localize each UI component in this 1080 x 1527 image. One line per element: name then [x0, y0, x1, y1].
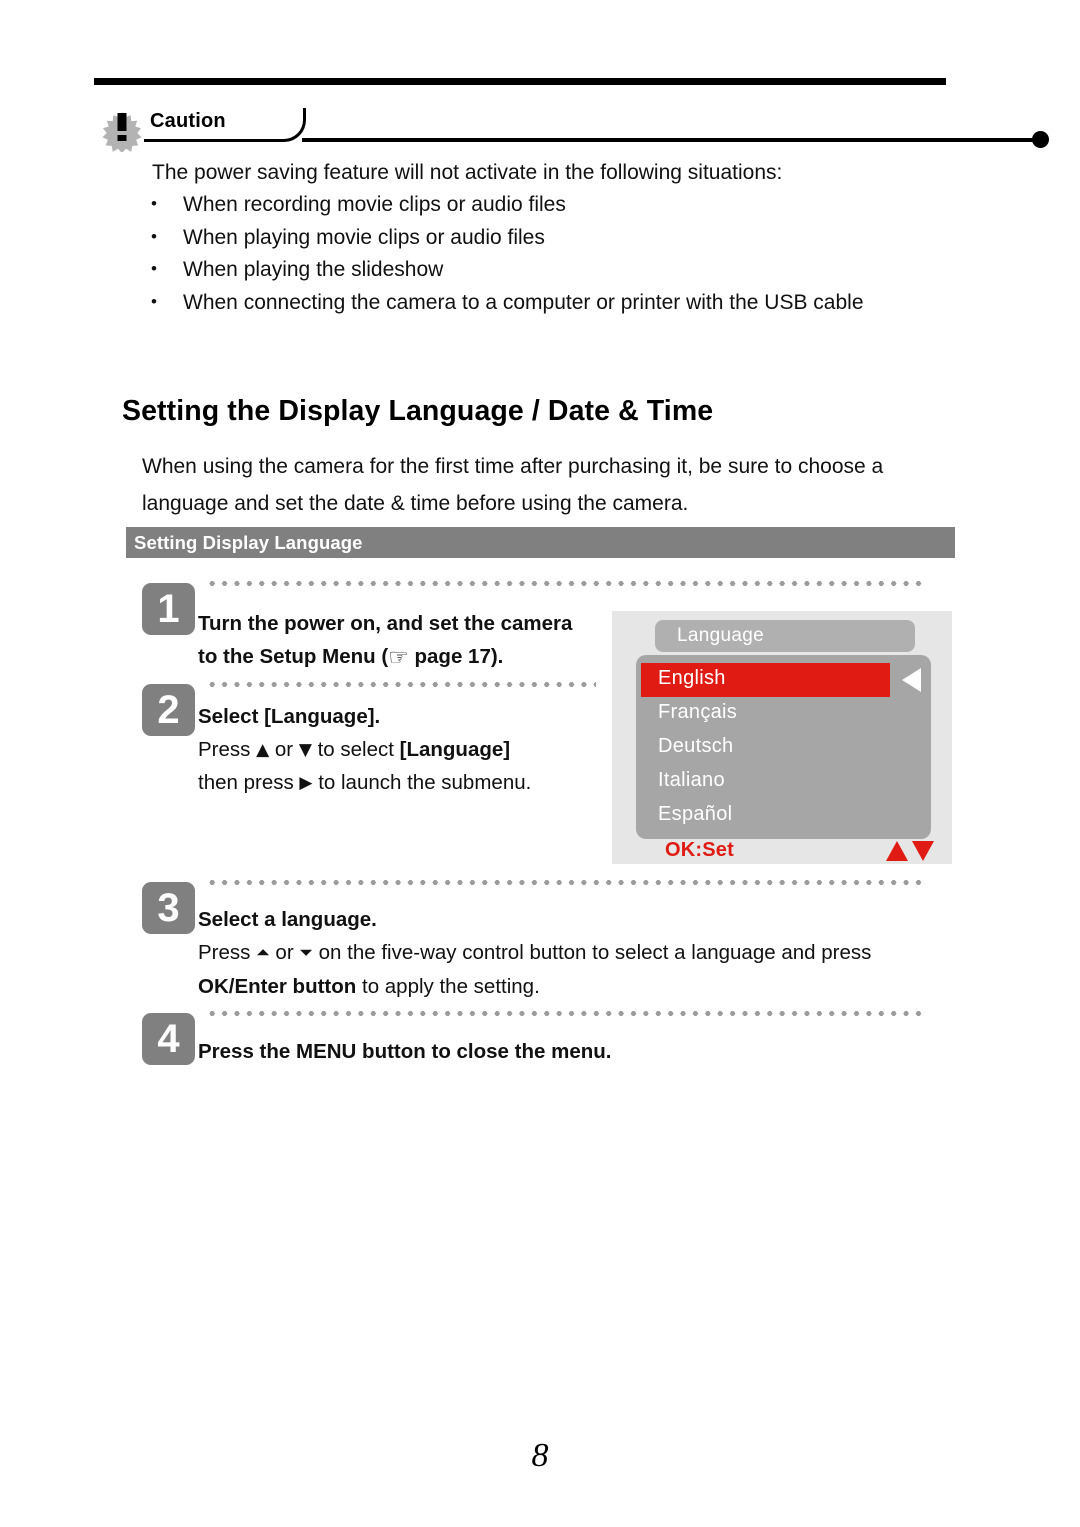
- lcd-item-italiano[interactable]: Italiano: [636, 765, 931, 799]
- step-2-badge: 2: [142, 684, 195, 736]
- camera-lcd-screenshot: Language English Français Deutsch Italia…: [612, 611, 952, 864]
- intro-line-1: When using the camera for the first time…: [142, 455, 884, 478]
- step-3-text: Select a language. Press ⏶ or ⏷ on the f…: [198, 903, 958, 1003]
- step-2-l1-mid: or: [269, 738, 299, 761]
- list-item: When playing the slideshow: [148, 253, 968, 287]
- up-triangle-icon: ▲: [256, 740, 270, 760]
- step-4-badge: 4: [142, 1013, 195, 1065]
- right-triangle-icon: ▶: [299, 773, 313, 793]
- step-2-text: Select [Language]. Press ▲ or ▼ to selec…: [198, 700, 598, 799]
- caution-rule: [302, 138, 1038, 142]
- step-3-pre: Press: [198, 941, 257, 964]
- page-top-rule: [94, 78, 946, 85]
- lcd-item-francais[interactable]: Français: [636, 697, 931, 731]
- section-header-label: Setting Display Language: [134, 532, 363, 553]
- lcd-item-label: English: [658, 667, 726, 689]
- page-title: Setting the Display Language / Date & Ti…: [122, 395, 714, 428]
- step-2-l2-pre: then press: [198, 771, 300, 794]
- lcd-item-deutsch[interactable]: Deutsch: [636, 731, 931, 765]
- step-2-l2-post: to launch the submenu.: [312, 771, 532, 794]
- lcd-item-label: Italiano: [658, 769, 725, 791]
- step-1-line-2: to the Setup Menu (☞ page 17).: [198, 640, 598, 675]
- step-3-post: on the five-way control button to select…: [312, 941, 872, 964]
- manual-page: Caution The power saving feature will no…: [0, 0, 1080, 1527]
- down-triangle-icon: [912, 841, 934, 861]
- lcd-footer: OK:Set: [612, 839, 952, 864]
- step-1-divider: [206, 581, 922, 586]
- step-2-divider: [206, 682, 596, 687]
- step-4-divider: [206, 1011, 922, 1016]
- list-item: When connecting the camera to a computer…: [148, 286, 968, 320]
- page-number: 8: [531, 1437, 549, 1474]
- exclamation-burst-icon: [102, 112, 142, 152]
- down-arrow-box-icon: ⏷: [299, 943, 313, 963]
- list-item: When playing movie clips or audio files: [148, 221, 968, 255]
- caution-bullet-list: When recording movie clips or audio file…: [148, 188, 968, 320]
- step-3-line-1: Press ⏶ or ⏷ on the five-way control but…: [198, 936, 958, 970]
- step-3-title: Select a language.: [198, 908, 377, 931]
- step-3-divider: [206, 880, 922, 885]
- step-1-text: Turn the power on, and set the camera to…: [198, 607, 598, 675]
- down-triangle-icon: ▼: [298, 740, 312, 760]
- lcd-item-label: Español: [658, 803, 733, 825]
- intro-paragraph: When using the camera for the first time…: [142, 448, 942, 522]
- step-2-l1-bold: [Language]: [399, 738, 511, 761]
- step-3-badge: 3: [142, 882, 195, 934]
- step-2-title: Select [Language].: [198, 705, 381, 728]
- step-3-line-2: OK/Enter button to apply the setting.: [198, 970, 958, 1003]
- caution-header: Caution: [94, 100, 1049, 158]
- step-3-bold: OK/Enter button: [198, 975, 357, 998]
- step-4-text: Press the MENU button to close the menu.: [198, 1035, 898, 1068]
- list-item: When recording movie clips or audio file…: [148, 188, 968, 222]
- step-1-badge: 1: [142, 583, 195, 635]
- lcd-item-label: Français: [658, 701, 738, 723]
- section-header-bar: Setting Display Language: [126, 527, 955, 558]
- lcd-item-english[interactable]: English: [636, 663, 931, 697]
- caution-label: Caution: [150, 110, 226, 132]
- step-3-tail: to apply the setting.: [356, 975, 540, 998]
- step-4-title: Press the MENU button to close the menu.: [198, 1040, 612, 1063]
- lcd-item-espanol[interactable]: Español: [636, 799, 931, 833]
- step-2-l1-pre: Press: [198, 738, 257, 761]
- intro-line-2: language and set the date & time before …: [142, 492, 689, 515]
- up-down-triangles-icon: [886, 841, 934, 863]
- step-1-line-2-pre: to the Setup Menu (: [198, 645, 389, 668]
- step-2-l1-post: to select: [311, 738, 400, 761]
- pointing-hand-icon: ☞: [388, 645, 409, 671]
- caution-intro-text: The power saving feature will not activa…: [152, 161, 783, 184]
- up-arrow-box-icon: ⏶: [256, 943, 270, 963]
- up-triangle-icon: [886, 841, 908, 861]
- caution-end-dot: [1032, 131, 1049, 148]
- step-3-mid: or: [269, 941, 300, 964]
- lcd-title-bar: Language: [655, 620, 915, 652]
- step-2-line-2: then press ▶ to launch the submenu.: [198, 766, 598, 799]
- lcd-title-label: Language: [677, 625, 764, 646]
- left-triangle-icon: [902, 668, 921, 692]
- step-2-line-1: Press ▲ or ▼ to select [Language]: [198, 733, 598, 766]
- lcd-ok-hint: OK:Set: [665, 839, 734, 861]
- step-1-line-1: Turn the power on, and set the camera: [198, 612, 573, 635]
- lcd-menu-panel: English Français Deutsch Italiano Españo…: [636, 655, 931, 839]
- step-1-line-2-post: page 17).: [408, 645, 504, 668]
- lcd-item-label: Deutsch: [658, 735, 734, 757]
